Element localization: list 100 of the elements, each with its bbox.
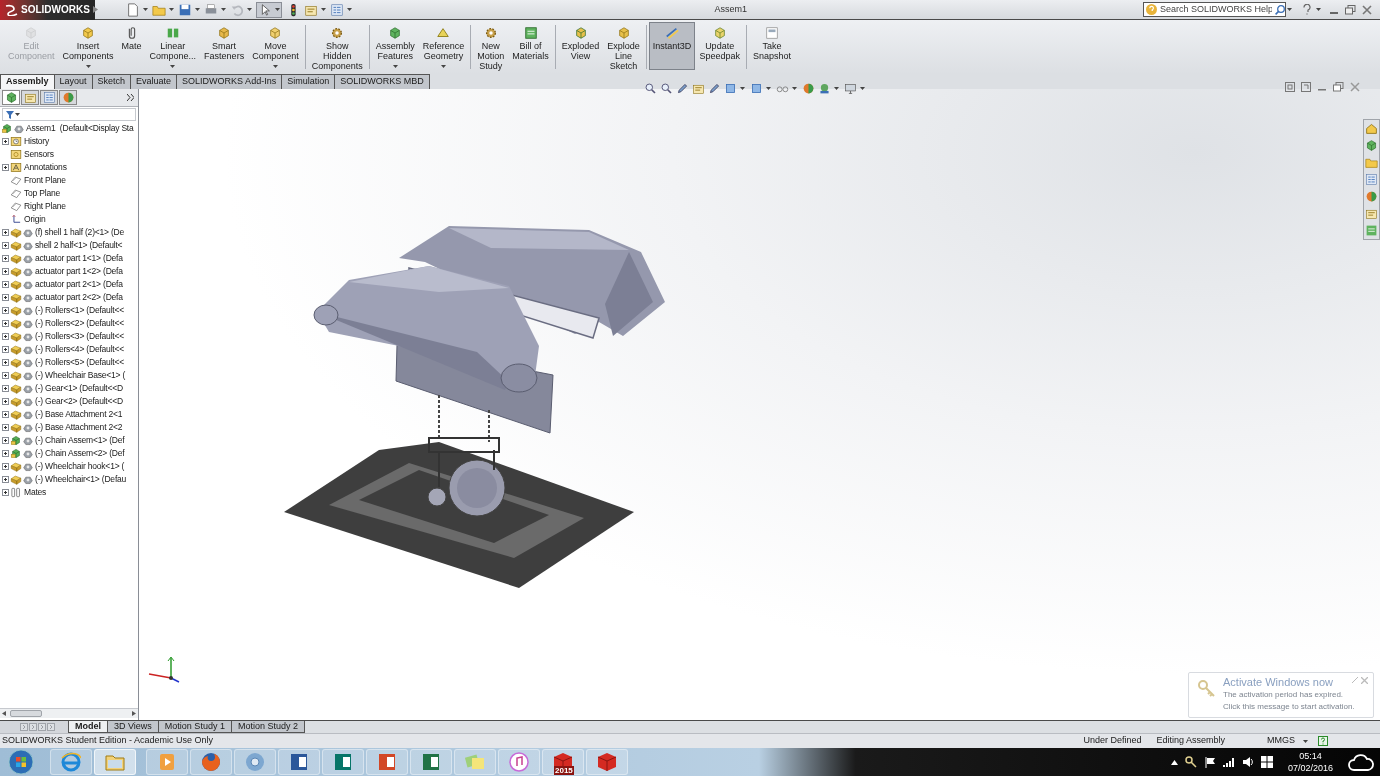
- caret-icon[interactable]: [221, 8, 226, 11]
- help-icon[interactable]: [1302, 4, 1312, 15]
- tab[interactable]: 3D Views: [108, 721, 159, 733]
- caret-icon[interactable]: [347, 8, 352, 11]
- taskbar-button[interactable]: [586, 749, 628, 775]
- caret-icon[interactable]: [321, 8, 326, 11]
- tree-item-label[interactable]: (-) Chain Assem<1> (Def: [35, 434, 125, 447]
- restore-icon[interactable]: [1345, 4, 1356, 15]
- command-button[interactable]: Take Snapshot: [748, 24, 795, 62]
- tree-item-label[interactable]: Origin: [24, 213, 46, 226]
- speaker-icon[interactable]: [1241, 756, 1254, 768]
- library-icon[interactable]: [1365, 138, 1378, 153]
- show-hidden-icon[interactable]: [1170, 759, 1178, 765]
- tree-item-label[interactable]: Sensors: [24, 148, 54, 161]
- tree-item-label[interactable]: (-) Wheelchair Base<1> (: [35, 369, 126, 382]
- taskbar-button[interactable]: [498, 749, 540, 775]
- expand-box-icon[interactable]: [2, 333, 9, 340]
- command-button[interactable]: Bill of Materials: [508, 24, 553, 62]
- expand-box-icon[interactable]: [2, 307, 9, 314]
- caret-icon[interactable]: [1287, 8, 1292, 11]
- expand-box-icon[interactable]: [2, 281, 9, 288]
- caret-icon[interactable]: [392, 65, 398, 68]
- pencil-icon[interactable]: [676, 82, 689, 95]
- command-button[interactable]: Mate: [117, 24, 146, 52]
- feature-tree-tab-icon[interactable]: [4, 91, 18, 104]
- tree-item-label[interactable]: History: [24, 135, 50, 148]
- tree-item-label[interactable]: shell 2 half<1> (Default<: [35, 239, 123, 252]
- printer-icon[interactable]: [204, 2, 218, 17]
- tree-item-label[interactable]: (-) Base Attachment 2<1: [35, 408, 123, 421]
- expand-box-icon[interactable]: [2, 489, 9, 496]
- expand-box-icon[interactable]: [2, 320, 9, 327]
- sphere-icon[interactable]: [802, 82, 815, 95]
- display-tab-icon[interactable]: [61, 91, 75, 104]
- cube-icon[interactable]: [750, 82, 763, 95]
- appearance-icon[interactable]: [1365, 189, 1378, 204]
- tree-item-label[interactable]: (-) Rollers<5> (Default<<: [35, 356, 124, 369]
- tab[interactable]: Layout: [54, 74, 93, 89]
- tree-item-label[interactable]: Annotations: [24, 161, 67, 174]
- taskbar-button[interactable]: [410, 749, 452, 775]
- command-button[interactable]: New Motion Study: [473, 24, 509, 72]
- caret-icon[interactable]: [247, 8, 252, 11]
- expand-box-icon[interactable]: [2, 294, 9, 301]
- command-button[interactable]: Assembly Features: [371, 24, 419, 69]
- caret-icon[interactable]: [441, 65, 446, 68]
- home-icon[interactable]: [1365, 121, 1378, 136]
- tree-item-label[interactable]: (-) Wheelchair hook<1> (: [35, 460, 125, 473]
- command-button[interactable]: Exploded View: [557, 24, 604, 62]
- filter-icon[interactable]: [6, 110, 14, 119]
- new-document-icon[interactable]: [126, 2, 140, 17]
- cloud-icon[interactable]: [1348, 753, 1374, 771]
- tree-item-label[interactable]: (-) Gear<1> (Default<<D: [35, 382, 123, 395]
- scene-icon[interactable]: [818, 82, 831, 95]
- taskbar-button[interactable]: [190, 749, 232, 775]
- restore-icon[interactable]: [1333, 82, 1344, 92]
- expand-box-icon[interactable]: [2, 138, 9, 145]
- tab[interactable]: SOLIDWORKS Add-Ins: [177, 74, 283, 89]
- tab[interactable]: Motion Study 1: [158, 721, 232, 733]
- expand-box-icon[interactable]: [2, 450, 9, 457]
- tree-item-label[interactable]: (-) Chain Assem<2> (Def: [35, 447, 125, 460]
- tree-item-label[interactable]: actuator part 2<1> (Defa: [35, 278, 123, 291]
- command-button[interactable]: Explode Line Sketch: [603, 24, 644, 72]
- start-button-icon[interactable]: [8, 749, 34, 775]
- tree-item-label[interactable]: (f) shell 1 half (2)<1> (De: [35, 226, 125, 239]
- tree-item-label[interactable]: (-) Rollers<3> (Default<<: [35, 330, 124, 343]
- caret-icon[interactable]: [275, 8, 280, 11]
- tab[interactable]: Simulation: [282, 74, 336, 89]
- expand-box-icon[interactable]: [2, 268, 9, 275]
- command-button[interactable]: Linear Compone...: [145, 24, 201, 69]
- tree-item-label[interactable]: actuator part 1<1> (Defa: [35, 252, 123, 265]
- tree-item-label[interactable]: Assem1 (Default<Display Sta: [26, 122, 134, 135]
- tree-item-label[interactable]: actuator part 2<2> (Defa: [35, 291, 123, 304]
- tree-item-label[interactable]: Mates: [24, 486, 47, 499]
- command-button[interactable]: Insert Components: [58, 24, 118, 69]
- tab[interactable]: Motion Study 2: [231, 721, 305, 733]
- tree-item-label[interactable]: Top Plane: [24, 187, 60, 200]
- windows-flag-icon[interactable]: [1260, 756, 1273, 768]
- search-icon[interactable]: [1275, 4, 1285, 15]
- units-label[interactable]: MMGS: [1267, 734, 1295, 748]
- caret-icon[interactable]: [170, 65, 176, 68]
- pencil-icon[interactable]: [708, 82, 721, 95]
- expand-box-icon[interactable]: [2, 424, 9, 431]
- expand-box-icon[interactable]: [2, 476, 9, 483]
- taskbar-button[interactable]: [322, 749, 364, 775]
- tree-item-label[interactable]: (-) Base Attachment 2<2: [35, 421, 123, 434]
- cube-icon[interactable]: [724, 82, 737, 95]
- expand-box-icon[interactable]: [2, 411, 9, 418]
- expand-box-icon[interactable]: [2, 346, 9, 353]
- caret-icon[interactable]: [15, 113, 20, 116]
- tile-icon[interactable]: [1285, 82, 1295, 92]
- command-button[interactable]: Update Speedpak: [695, 24, 744, 62]
- command-button[interactable]: Reference Geometry: [418, 24, 469, 69]
- save-icon[interactable]: [178, 2, 192, 17]
- search-field[interactable]: Search SOLIDWORKS Help: [1143, 2, 1286, 17]
- tab[interactable]: Model: [68, 721, 108, 733]
- taskbar-button[interactable]: [278, 749, 320, 775]
- tab[interactable]: Evaluate: [131, 74, 178, 89]
- tree-item-label[interactable]: Right Plane: [24, 200, 66, 213]
- tab[interactable]: Sketch: [92, 74, 132, 89]
- signal-icon[interactable]: [1222, 757, 1235, 767]
- expand-box-icon[interactable]: [2, 164, 9, 171]
